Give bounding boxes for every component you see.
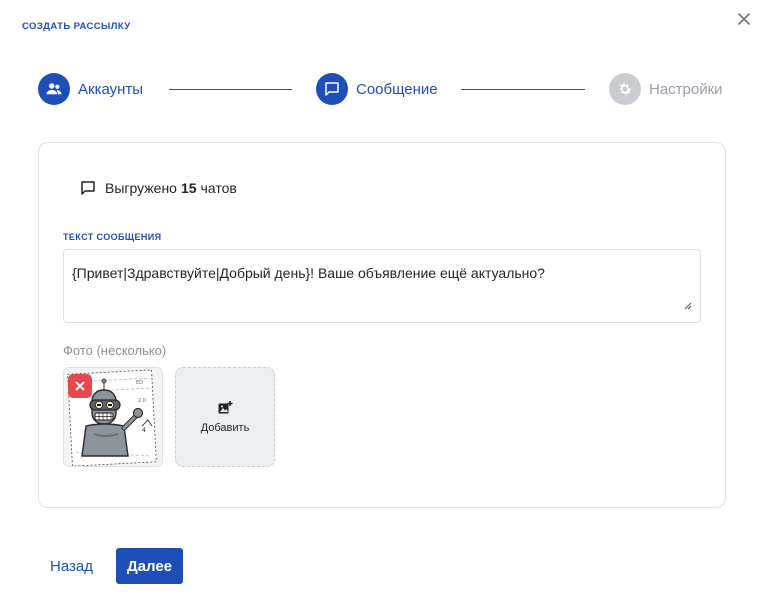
step-accounts-circle — [38, 73, 70, 105]
export-suffix: чатов — [200, 180, 237, 196]
next-button[interactable]: Далее — [116, 548, 183, 584]
step-settings-circle — [609, 73, 641, 105]
export-prefix: Выгружено — [105, 180, 177, 196]
add-photo-label: Добавить — [200, 422, 250, 434]
step-message-label: Сообщение — [356, 80, 438, 98]
users-icon — [46, 83, 62, 95]
close-icon — [75, 381, 85, 391]
chat-icon — [325, 82, 339, 96]
message-text: {Привет|Здравствуйте|Добрый день}! Ваше … — [72, 265, 545, 281]
step-message-circle — [316, 73, 348, 105]
step-settings[interactable]: Настройки — [609, 72, 723, 106]
step-settings-label: Настройки — [649, 80, 723, 98]
resize-grip-icon[interactable] — [684, 302, 692, 310]
message-card: Выгружено 15 чатов ТЕКСТ СООБЩЕНИЯ {Прив… — [38, 142, 726, 508]
add-photo-icon — [218, 401, 233, 414]
step-accounts-label: Аккаунты — [78, 80, 144, 98]
close-icon — [738, 13, 750, 25]
stepper: Аккаунты Сообщение Настройки — [38, 72, 728, 106]
svg-text:2.0: 2.0 — [138, 398, 146, 404]
add-photo-button[interactable]: Добавить — [175, 367, 275, 467]
gear-icon — [619, 83, 632, 95]
export-count: 15 — [180, 180, 197, 196]
step-connector — [169, 89, 292, 90]
remove-photo-button[interactable] — [68, 374, 92, 398]
message-textarea[interactable]: {Привет|Здравствуйте|Добрый день}! Ваше … — [63, 249, 701, 323]
photos-label: Фото (несколько) — [63, 343, 167, 358]
message-field-label: ТЕКСТ СООБЩЕНИЯ — [63, 232, 162, 242]
step-accounts[interactable]: Аккаунты — [38, 72, 143, 106]
back-button[interactable]: Назад — [50, 558, 93, 575]
svg-text:4: 4 — [142, 427, 146, 434]
svg-text:ED: ED — [136, 380, 143, 386]
step-message[interactable]: Сообщение — [316, 72, 438, 106]
close-button[interactable] — [735, 10, 753, 28]
dialog-title: СОЗДАТЬ РАССЫЛКУ — [22, 21, 131, 32]
photo-thumbnail[interactable]: ED 2.0 4 — [63, 367, 163, 467]
chat-outline-icon — [81, 181, 95, 195]
export-summary: Выгружено 15 чатов — [79, 179, 237, 197]
step-connector — [461, 89, 585, 90]
